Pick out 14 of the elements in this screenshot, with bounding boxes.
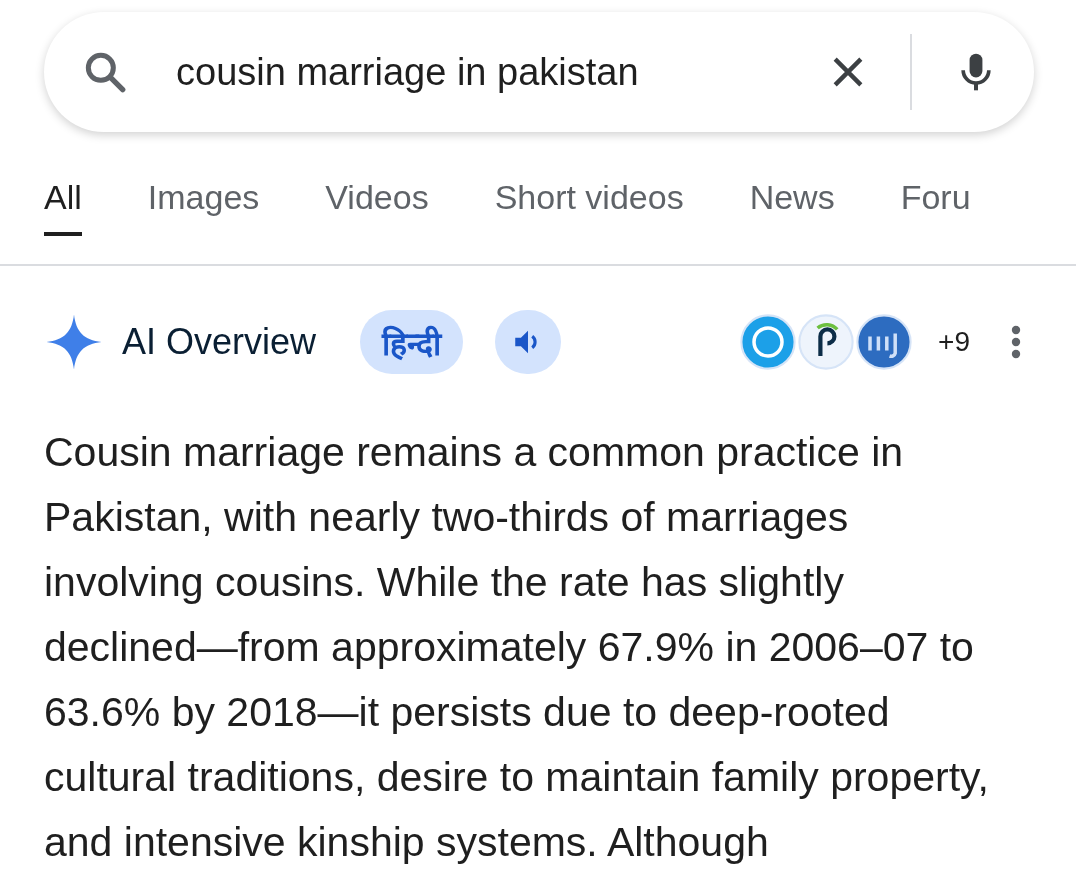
source-icon[interactable] [798, 314, 855, 370]
search-field[interactable]: cousin marriage in pakistan [174, 49, 826, 95]
language-button[interactable]: हिन्दी [360, 310, 464, 374]
tab[interactable]: Videos [325, 174, 429, 236]
overview-title: AI Overview [122, 321, 317, 363]
source-count: +9 [938, 326, 970, 358]
tab[interactable]: Foru [900, 174, 971, 236]
search-bar[interactable]: cousin marriage in pakistan [44, 12, 1034, 132]
tab[interactable]: Short videos [494, 174, 684, 236]
more-options-icon[interactable] [1010, 324, 1022, 360]
tab[interactable]: All [44, 174, 82, 236]
tab[interactable]: News [749, 174, 835, 236]
overview-text: Cousin marriage remains a common practice in Pakistan, with nearly two-thirds of marriages involving cousins. While the rate has slightly declined—from approximately 67.9% in 2006–07 to 63.6% by 2018—it persists due to deep-rooted cultural traditions, desire to maintain family property, and intensive kinship systems. Although [44, 428, 990, 867]
tab[interactable]: Images [147, 174, 260, 236]
